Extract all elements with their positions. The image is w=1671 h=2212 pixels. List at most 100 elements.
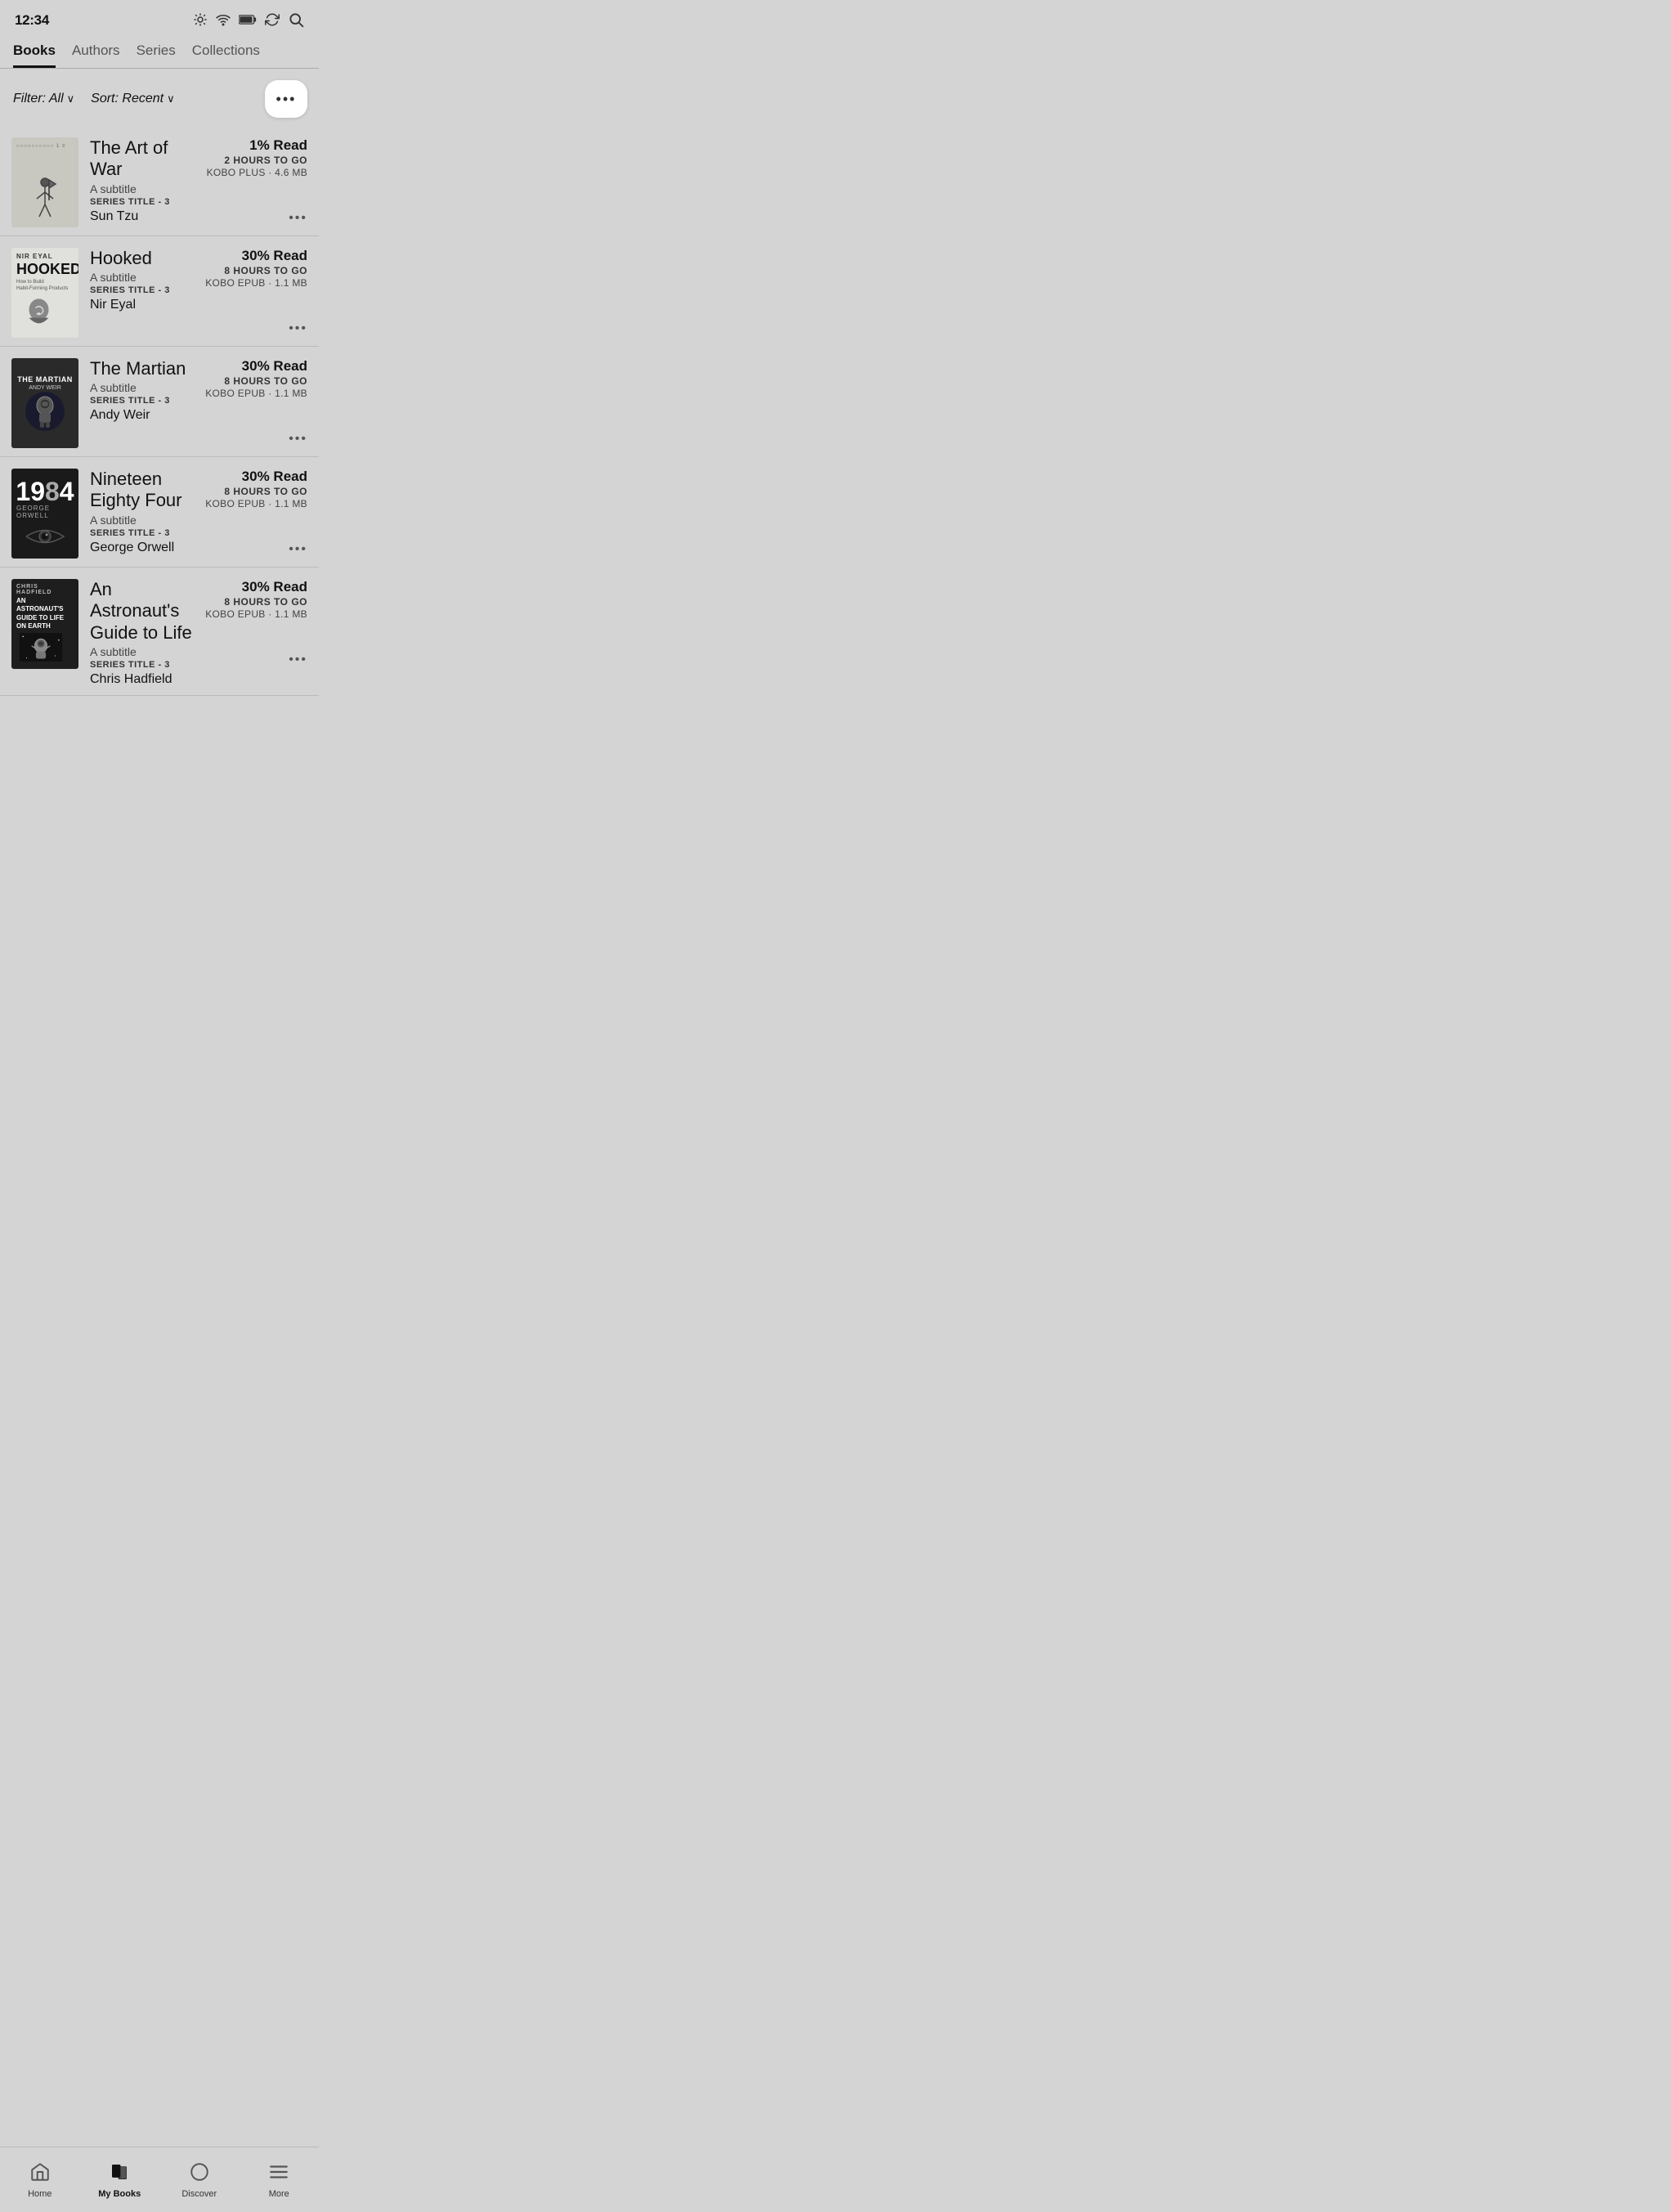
book-author: Sun Tzu: [90, 209, 195, 224]
book-subtitle: A subtitle: [90, 182, 195, 195]
book-series: SERIES TITLE - 3: [90, 396, 194, 406]
book-options-button[interactable]: •••: [289, 211, 307, 227]
book-meta-top: 30% Read 8 HOURS TO GO KOBO EPUB · 1.1 M…: [205, 358, 307, 399]
nav-item-home[interactable]: Home: [16, 2161, 65, 2199]
status-bar: 12:34: [0, 0, 319, 36]
book-meta-martian: 30% Read 8 HOURS TO GO KOBO EPUB · 1.1 M…: [205, 358, 307, 448]
book-info-hooked: Hooked A subtitle SERIES TITLE - 3 Nir E…: [90, 248, 194, 338]
read-pct: 30% Read: [242, 579, 307, 595]
nav-item-more[interactable]: More: [254, 2161, 303, 2199]
book-info-art-of-war: The Art of War A subtitle SERIES TITLE -…: [90, 137, 195, 227]
hours-to-go: 8 HOURS TO GO: [224, 486, 307, 497]
book-meta-astronaut: 30% Read 8 HOURS TO GO KOBO EPUB · 1.1 M…: [205, 579, 307, 669]
book-subtitle: A subtitle: [90, 271, 194, 284]
read-pct: 30% Read: [242, 248, 307, 264]
bottom-nav: Home My Books Discover: [0, 2147, 319, 2212]
book-options-button[interactable]: •••: [289, 653, 307, 669]
cover-figure-icon: [25, 176, 65, 221]
tab-series[interactable]: Series: [137, 43, 176, 68]
book-cover-martian: THE MARTIAN ANDY WEIR: [11, 358, 78, 448]
book-meta-top: 30% Read 8 HOURS TO GO KOBO EPUB · 1.1 M…: [205, 579, 307, 620]
book-item-1984[interactable]: 1984 GEORGE ORWELL Nineteen Eighty Four …: [0, 457, 319, 568]
cover-decoration: ○○○○○○○○○○ 1 ≡: [16, 142, 74, 151]
read-pct: 1% Read: [249, 137, 307, 154]
nav-label-home: Home: [28, 2189, 52, 2199]
book-title: Hooked: [90, 248, 194, 269]
1984-cover-art: [20, 524, 69, 549]
wifi-icon: [216, 12, 231, 29]
book-item-art-of-war[interactable]: ○○○○○○○○○○ 1 ≡ The Art of War A subt: [0, 126, 319, 236]
options-dots: •••: [276, 91, 297, 108]
nav-item-discover[interactable]: Discover: [175, 2161, 224, 2199]
nav-label-discover: Discover: [181, 2189, 217, 2199]
book-cover-1984: 1984 GEORGE ORWELL: [11, 469, 78, 559]
book-title: The Martian: [90, 358, 194, 379]
filter-controls: Filter: All ∨ Sort: Recent ∨: [13, 92, 175, 106]
sort-chevron: ∨: [167, 92, 175, 105]
book-subtitle: A subtitle: [90, 514, 194, 527]
sort-label: Sort: Recent: [91, 92, 164, 106]
nav-label-mybooks: My Books: [98, 2189, 141, 2199]
search-icon[interactable]: [288, 11, 304, 30]
book-options-button[interactable]: •••: [289, 432, 307, 448]
status-icons: [193, 11, 304, 30]
tab-authors[interactable]: Authors: [72, 43, 120, 68]
book-meta-top: 30% Read 8 HOURS TO GO KOBO EPUB · 1.1 M…: [205, 469, 307, 509]
book-meta-hooked: 30% Read 8 HOURS TO GO KOBO EPUB · 1.1 M…: [205, 248, 307, 338]
hours-to-go: 8 HOURS TO GO: [224, 265, 307, 276]
book-item-hooked[interactable]: NIR EYAL HOOKED How to BuildHabit-Formin…: [0, 236, 319, 347]
filter-chevron: ∨: [67, 92, 75, 105]
filter-row: Filter: All ∨ Sort: Recent ∨ •••: [0, 69, 319, 126]
book-series: SERIES TITLE - 3: [90, 660, 194, 670]
book-meta-top: 1% Read 2 HOURS TO GO KOBO PLUS · 4.6 MB: [207, 137, 307, 178]
tabs-bar: Books Authors Series Collections: [0, 36, 319, 69]
hooked-cover-art: [16, 296, 61, 329]
tab-collections[interactable]: Collections: [192, 43, 260, 68]
book-item-martian[interactable]: THE MARTIAN ANDY WEIR The Martian A subt…: [0, 347, 319, 457]
book-subtitle: A subtitle: [90, 381, 194, 394]
book-info-astronaut: An Astronaut's Guide to Life A subtitle …: [90, 579, 194, 687]
book-title: The Art of War: [90, 137, 195, 181]
book-meta-art-of-war: 1% Read 2 HOURS TO GO KOBO PLUS · 4.6 MB…: [207, 137, 307, 227]
book-options-button[interactable]: •••: [289, 542, 307, 559]
book-source: KOBO EPUB · 1.1 MB: [205, 388, 307, 399]
book-list: ○○○○○○○○○○ 1 ≡ The Art of War A subt: [0, 126, 319, 696]
astronaut-cover-art: [16, 633, 65, 662]
read-pct: 30% Read: [242, 358, 307, 375]
book-author: Chris Hadfield: [90, 672, 194, 687]
book-cover-astronaut: CHRISHADFIELD AN ASTRONAUT'SGUIDE TO LIF…: [11, 579, 78, 669]
book-meta-1984: 30% Read 8 HOURS TO GO KOBO EPUB · 1.1 M…: [205, 469, 307, 559]
home-icon: [29, 2161, 51, 2187]
sort-button[interactable]: Sort: Recent ∨: [91, 92, 174, 106]
book-author: Andy Weir: [90, 408, 194, 423]
book-item-astronaut[interactable]: CHRISHADFIELD AN ASTRONAUT'SGUIDE TO LIF…: [0, 568, 319, 696]
status-time: 12:34: [15, 12, 49, 29]
tab-books[interactable]: Books: [13, 43, 56, 68]
book-cover-hooked: NIR EYAL HOOKED How to BuildHabit-Formin…: [11, 248, 78, 338]
book-title: Nineteen Eighty Four: [90, 469, 194, 512]
book-author: Nir Eyal: [90, 298, 194, 312]
read-pct: 30% Read: [242, 469, 307, 485]
book-series: SERIES TITLE - 3: [90, 528, 194, 538]
nav-label-more: More: [269, 2189, 289, 2199]
book-title: An Astronaut's Guide to Life: [90, 579, 194, 644]
filter-button[interactable]: Filter: All ∨: [13, 92, 74, 106]
book-series: SERIES TITLE - 3: [90, 285, 194, 295]
book-cover-art-of-war: ○○○○○○○○○○ 1 ≡: [11, 137, 78, 227]
book-source: KOBO PLUS · 4.6 MB: [207, 167, 307, 178]
sync-icon: [265, 12, 280, 29]
book-meta-top: 30% Read 8 HOURS TO GO KOBO EPUB · 1.1 M…: [205, 248, 307, 289]
more-icon: [268, 2161, 289, 2187]
options-button[interactable]: •••: [265, 80, 307, 118]
brightness-icon: [193, 12, 208, 29]
book-info-martian: The Martian A subtitle SERIES TITLE - 3 …: [90, 358, 194, 448]
book-info-1984: Nineteen Eighty Four A subtitle SERIES T…: [90, 469, 194, 559]
nav-item-mybooks[interactable]: My Books: [95, 2161, 144, 2199]
book-source: KOBO EPUB · 1.1 MB: [205, 277, 307, 289]
book-options-button[interactable]: •••: [289, 321, 307, 338]
hours-to-go: 2 HOURS TO GO: [224, 155, 307, 166]
martian-cover-art: [25, 391, 65, 432]
hours-to-go: 8 HOURS TO GO: [224, 375, 307, 387]
filter-label: Filter: All: [13, 92, 64, 106]
discover-icon: [189, 2161, 210, 2187]
